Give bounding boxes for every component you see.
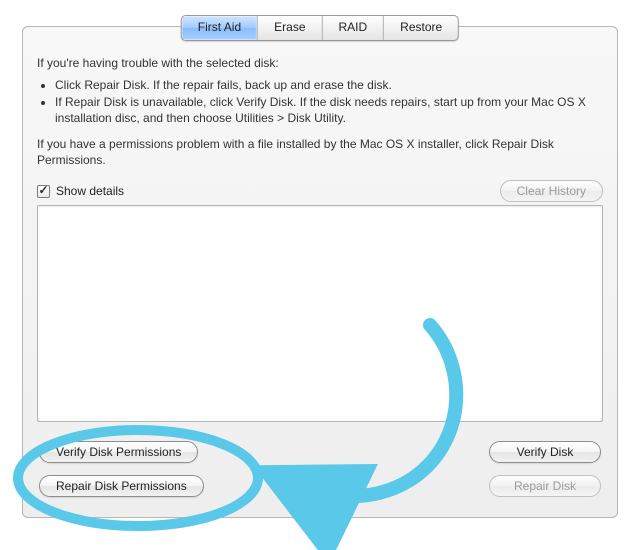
- tab-strip: First Aid Erase RAID Restore: [181, 15, 459, 41]
- details-row: Show details Clear History: [37, 180, 603, 202]
- show-details-label: Show details: [56, 184, 124, 198]
- tab-first-aid[interactable]: First Aid: [182, 16, 257, 40]
- show-details-checkbox-wrap[interactable]: Show details: [37, 184, 124, 198]
- tab-erase[interactable]: Erase: [257, 16, 321, 40]
- details-log[interactable]: [37, 205, 603, 422]
- tab-restore[interactable]: Restore: [383, 16, 458, 40]
- verify-disk-permissions-button[interactable]: Verify Disk Permissions: [39, 441, 198, 463]
- verify-disk-button[interactable]: Verify Disk: [489, 441, 601, 463]
- instructions-line2: If you have a permissions problem with a…: [37, 136, 603, 168]
- repair-disk-permissions-button[interactable]: Repair Disk Permissions: [39, 475, 204, 497]
- clear-history-button[interactable]: Clear History: [500, 180, 603, 202]
- instructions-bullet2: If Repair Disk is unavailable, click Ver…: [55, 94, 603, 126]
- instructions-bullet1: Click Repair Disk. If the repair fails, …: [55, 77, 603, 93]
- repair-disk-button[interactable]: Repair Disk: [489, 475, 601, 497]
- instructions: If you're having trouble with the select…: [37, 55, 603, 174]
- show-details-checkbox[interactable]: [37, 185, 50, 198]
- first-aid-panel: First Aid Erase RAID Restore If you're h…: [22, 26, 618, 518]
- instructions-list: Click Repair Disk. If the repair fails, …: [37, 77, 603, 126]
- tab-raid[interactable]: RAID: [322, 16, 384, 40]
- instructions-line1: If you're having trouble with the select…: [37, 55, 603, 71]
